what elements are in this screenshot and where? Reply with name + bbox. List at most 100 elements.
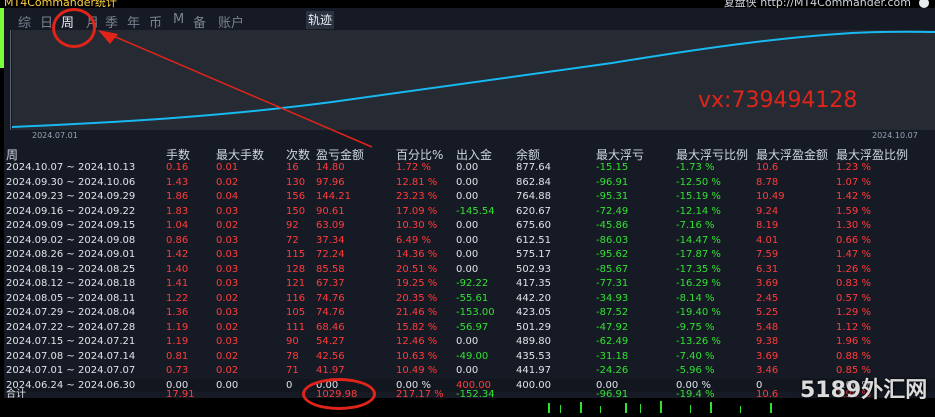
- cell-count: 78: [286, 350, 299, 362]
- cell-max-profit: 10.6: [756, 162, 779, 173]
- cell-deposit: -55.61: [456, 292, 489, 304]
- cell-max-profit-ratio: 0.66 %: [836, 234, 871, 246]
- table-row[interactable]: 2024.08.12 ~ 2024.08.18 1.41 0.03 121 67.37 1…: [4, 277, 935, 290]
- cell-max-profit: 5.48: [756, 321, 779, 333]
- table-row[interactable]: 2024.08.05 ~ 2024.08.11 1.22 0.02 116 74.76 2…: [4, 292, 935, 305]
- table-row[interactable]: 2024.10.07 ~ 2024.10.13 0.16 0.01 16 14.80 1.…: [4, 161, 935, 174]
- cell-week: 2024.08.26 ~ 2024.09.01: [6, 249, 136, 260]
- cell-max-drawdown-ratio: -14.47 %: [676, 234, 721, 246]
- site-watermark: 5189外汇网: [800, 378, 928, 403]
- table-row[interactable]: 2024.09.09 ~ 2024.09.15 1.04 0.02 92 63.09 10…: [4, 219, 935, 232]
- cell-percent: 17.09 %: [396, 205, 438, 217]
- cell-percent: 19.25 %: [396, 278, 438, 289]
- cell-max-drawdown: -31.18: [596, 350, 629, 362]
- cell-balance: 501.29: [516, 321, 551, 333]
- cell-balance: 435.53: [516, 350, 551, 362]
- cell-max-drawdown: -87.52: [596, 307, 629, 318]
- cell-balance: 489.80: [516, 336, 551, 347]
- cell-pnl: 54.27: [316, 336, 345, 347]
- cell-max-profit-ratio: 1.30 %: [836, 220, 871, 231]
- cell-max-lots: 0.03: [216, 263, 239, 275]
- cell-deposit: 0.00: [456, 176, 479, 188]
- cell-pnl: 68.46: [316, 321, 345, 333]
- cell-max-profit-ratio: 1.23 %: [836, 162, 871, 173]
- cell-pnl: 85.58: [316, 263, 345, 275]
- table-row[interactable]: 2024.07.15 ~ 2024.07.21 1.19 0.03 90 54.27 12…: [4, 335, 935, 348]
- cell-max-drawdown: -45.86: [596, 220, 629, 231]
- cell-percent: 6.49 %: [396, 234, 431, 246]
- cell-max-profit: 4.01: [756, 234, 779, 246]
- cell-count: 111: [286, 321, 306, 333]
- cell-max-lots: 0.02: [216, 176, 239, 188]
- cell-lots: 1.83: [166, 205, 189, 217]
- table-row[interactable]: 2024.09.23 ~ 2024.09.29 1.86 0.04 156 144.21…: [4, 190, 935, 203]
- cell-max-lots: 0.01: [216, 162, 239, 173]
- cell-max-drawdown: -77.31: [596, 278, 629, 289]
- table-row[interactable]: 2024.08.26 ~ 2024.09.01 1.42 0.03 115 72.24 1…: [4, 248, 935, 261]
- cell-percent: 21.46 %: [396, 307, 438, 318]
- table-row[interactable]: 2024.07.22 ~ 2024.07.28 1.19 0.02 111 68.46 1…: [4, 321, 935, 334]
- table-row[interactable]: 2024.07.29 ~ 2024.08.04 1.36 0.03 105 74.76 2…: [4, 306, 935, 319]
- cell-lots: 1.36: [166, 307, 189, 318]
- cell-max-drawdown-ratio: -5.96 %: [676, 365, 715, 376]
- cell-max-lots: 0.02: [216, 220, 239, 231]
- cell-deposit: 0.00: [456, 191, 479, 202]
- cell-lots: 1.40: [166, 263, 189, 275]
- cell-count: 72: [286, 234, 299, 246]
- cell-week: 2024.09.23 ~ 2024.09.29: [6, 191, 136, 202]
- cell-max-drawdown-ratio: -9.75 %: [676, 321, 715, 333]
- table-row[interactable]: 2024.07.08 ~ 2024.07.14 0.81 0.02 78 42.56 10…: [4, 350, 935, 363]
- cell-balance: 862.84: [516, 176, 551, 188]
- cell-max-drawdown-ratio: -7.40 %: [676, 350, 715, 362]
- cell-lots: 0.16: [166, 162, 189, 173]
- table-row[interactable]: 2024.07.01 ~ 2024.07.07 0.73 0.02 71 41.97 10…: [4, 364, 935, 377]
- cell-week: 2024.09.16 ~ 2024.09.22: [6, 205, 136, 217]
- cell-max-lots: 0.03: [216, 278, 239, 289]
- cell-max-drawdown-ratio: -13.26 %: [676, 336, 721, 347]
- cell-lots: 0.86: [166, 234, 189, 246]
- table-row[interactable]: 2024.08.19 ~ 2024.08.25 1.40 0.03 128 85.58 2…: [4, 263, 935, 276]
- cell-percent: 15.82 %: [396, 321, 438, 333]
- total-max-drawdown: -96.91: [596, 389, 629, 400]
- cell-deposit: 0.00: [456, 220, 479, 231]
- cell-deposit: -153.00: [456, 307, 495, 318]
- total-max-drawdown-ratio: -19.4 %: [676, 389, 715, 400]
- cell-max-drawdown-ratio: -19.40 %: [676, 307, 721, 318]
- cell-max-profit: 3.69: [756, 278, 779, 289]
- cell-pnl: 144.21: [316, 191, 351, 202]
- total-max-profit: 10.6: [756, 389, 779, 400]
- table-row[interactable]: 2024.09.30 ~ 2024.10.06 1.43 0.02 130 97.96 1…: [4, 176, 935, 189]
- cell-max-profit-ratio: 1.96 %: [836, 336, 871, 347]
- cell-percent: 10.63 %: [396, 350, 438, 362]
- cell-week: 2024.08.12 ~ 2024.08.18: [6, 278, 136, 289]
- cell-count: 130: [286, 176, 306, 188]
- cell-percent: 12.46 %: [396, 336, 438, 347]
- cell-max-profit: 6.31: [756, 263, 779, 275]
- cell-max-drawdown: -95.31: [596, 191, 629, 202]
- cell-count: 105: [286, 307, 306, 318]
- cell-max-profit: 5.25: [756, 307, 779, 318]
- cell-count: 71: [286, 365, 299, 376]
- cell-percent: 1.72 %: [396, 162, 431, 173]
- cell-max-lots: 0.03: [216, 307, 239, 318]
- cell-percent: 10.30 %: [396, 220, 438, 231]
- cell-pnl: 67.37: [316, 278, 345, 289]
- highlight-oval-week: [52, 8, 96, 48]
- cell-max-lots: 0.02: [216, 321, 239, 333]
- cell-balance: 764.88: [516, 191, 551, 202]
- cell-week: 2024.08.05 ~ 2024.08.11: [6, 292, 136, 304]
- bottom-bars: [548, 401, 772, 413]
- cell-week: 2024.07.01 ~ 2024.07.07: [6, 365, 136, 376]
- cell-max-drawdown: -72.49: [596, 205, 629, 217]
- table-row[interactable]: 2024.09.16 ~ 2024.09.22 1.83 0.03 150 90.61 1…: [4, 205, 935, 218]
- table-row[interactable]: 2024.09.02 ~ 2024.09.08 0.86 0.03 72 37.34 6.…: [4, 234, 935, 247]
- cell-max-profit-ratio: 1.47 %: [836, 249, 871, 260]
- cell-max-lots: 0.02: [216, 292, 239, 304]
- cell-deposit: 0.00: [456, 234, 479, 246]
- cell-count: 115: [286, 249, 306, 260]
- cell-max-lots: 0.03: [216, 234, 239, 246]
- cell-max-profit-ratio: 1.07 %: [836, 176, 871, 188]
- cell-deposit: 0.00: [456, 263, 479, 275]
- cell-pnl: 42.56: [316, 350, 345, 362]
- cell-balance: 441.97: [516, 365, 551, 376]
